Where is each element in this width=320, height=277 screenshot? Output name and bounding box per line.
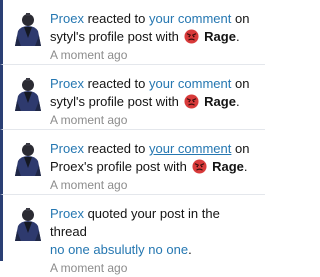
alert-text-part: reacted to [83,76,150,91]
alert-text-part: on [231,11,250,26]
rage-icon [192,159,207,174]
rage-icon [184,94,199,109]
alert-item[interactable]: Proex reacted to your comment on Proex's … [0,130,265,195]
reaction-name: Rage [212,159,244,174]
alert-text: Proex reacted to your comment on sytyl's … [50,75,259,111]
alert-text-part: . [235,29,240,44]
alert-time: A moment ago [50,178,128,192]
reaction-name: Rage [204,94,236,109]
alert-item[interactable]: Proex reacted to your comment on sytyl's … [0,0,265,65]
avatar-icon[interactable] [13,77,43,111]
alert-text-part: . [235,94,240,109]
alert-text: Proex reacted to your comment on sytyl's … [50,10,259,46]
alert-text-part: on [231,76,250,91]
alert-content: Proex reacted to your comment on Proex's … [50,140,259,194]
alert-text-part: on [231,141,250,156]
avatar-icon[interactable] [13,12,43,46]
alert-time: A moment ago [50,113,128,127]
avatar-icon[interactable] [13,142,43,176]
alert-time: A moment ago [50,48,128,62]
comment-link[interactable]: your comment [149,76,231,91]
alert-item[interactable]: Proex quoted your post in the thread no o… [0,195,265,275]
alert-text-part: . [243,159,248,174]
avatar-icon[interactable] [13,207,43,241]
alert-content: Proex reacted to your comment on sytyl's … [50,10,259,64]
rage-icon [184,29,199,44]
alert-text: Proex reacted to your comment on Proex's … [50,140,259,176]
alert-text-part: reacted to [83,141,150,156]
alert-text: Proex quoted your post in the thread no o… [50,205,259,259]
alert-text-part: . [188,242,192,257]
user-link[interactable]: Proex [50,206,84,221]
alerts-list: Proex reacted to your comment on sytyl's … [0,0,265,275]
thread-link[interactable]: no one absulutly no one [50,242,188,257]
alert-content: Proex reacted to your comment on sytyl's … [50,75,259,129]
comment-link[interactable]: your comment [149,141,231,156]
comment-link[interactable]: your comment [149,11,231,26]
alert-text-part: sytyl's profile post with [50,94,183,109]
alert-time: A moment ago [50,261,128,275]
alert-item[interactable]: Proex reacted to your comment on sytyl's … [0,65,265,130]
alert-text-part: sytyl's profile post with [50,29,183,44]
alert-text-part: Proex's profile post with [50,159,191,174]
alert-content: Proex quoted your post in the thread no o… [50,205,259,277]
alert-text-part: reacted to [83,11,150,26]
user-link[interactable]: Proex [50,11,84,26]
user-link[interactable]: Proex [50,141,84,156]
user-link[interactable]: Proex [50,76,84,91]
reaction-name: Rage [204,29,236,44]
